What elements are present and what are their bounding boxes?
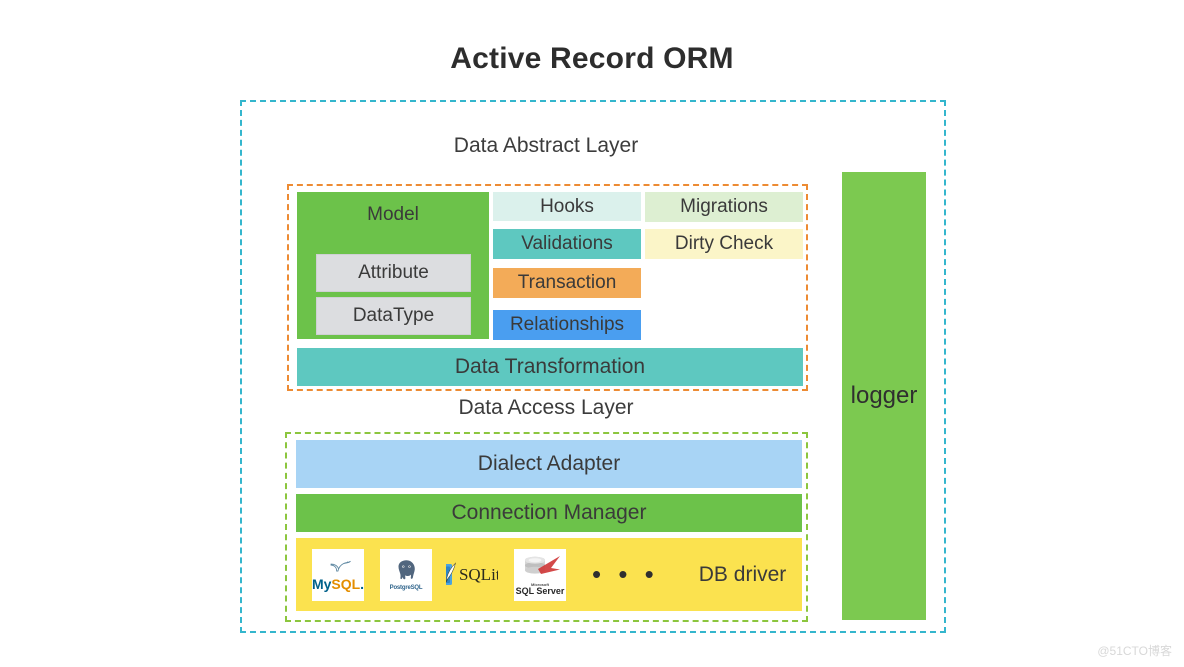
sqlserver-logo: Microsoft SQL Server xyxy=(514,548,566,601)
sqlserver-db-icon xyxy=(525,555,560,574)
postgresql-elephant-icon xyxy=(398,560,415,580)
logger-block[interactable]: logger xyxy=(842,172,926,620)
watermark: @51CTO博客 xyxy=(1097,644,1172,658)
sqlite-wordmark: SQLite xyxy=(458,564,498,584)
sqlserver-wordmark: SQL Server xyxy=(515,585,565,596)
hooks-block[interactable]: Hooks xyxy=(493,192,641,221)
mysql-dolphin-icon xyxy=(330,560,351,572)
connection-manager-block[interactable]: Connection Manager xyxy=(296,494,802,532)
orm-architecture-diagram: Data Abstract Layer Model Attribute Data… xyxy=(240,100,946,633)
validations-block[interactable]: Validations xyxy=(493,229,641,259)
postgresql-wordmark: PostgreSQL xyxy=(389,585,423,591)
datatype-block[interactable]: DataType xyxy=(316,297,471,335)
sqlite-feather-icon xyxy=(446,561,456,585)
sqlite-logo: SQLite xyxy=(446,549,498,601)
dirty-check-block[interactable]: Dirty Check xyxy=(645,229,803,259)
transaction-block[interactable]: Transaction xyxy=(493,268,641,298)
model-block[interactable]: Model Attribute DataType xyxy=(297,192,489,339)
db-driver-block[interactable]: MySQL. PostgreSQL SQLi Microsoft SQL Ser… xyxy=(296,538,802,611)
relationships-block[interactable]: Relationships xyxy=(493,310,641,340)
page-title: Active Record ORM xyxy=(450,42,734,75)
data-access-layer-label: Data Access Layer xyxy=(458,396,634,419)
mysql-logo: MySQL. xyxy=(312,548,364,601)
postgresql-logo: PostgreSQL xyxy=(380,548,432,601)
model-label: Model xyxy=(367,204,419,225)
migrations-block[interactable]: Migrations xyxy=(645,192,803,222)
more-drivers-ellipsis: • • • xyxy=(592,558,659,589)
data-abstract-layer-group: Model Attribute DataType Hooks Validatio… xyxy=(287,184,808,391)
db-driver-label: DB driver xyxy=(698,562,787,586)
data-access-layer-group: Dialect Adapter Connection Manager MySQL… xyxy=(285,432,808,622)
mysql-wordmark: MySQL. xyxy=(312,575,364,592)
attribute-block[interactable]: Attribute xyxy=(316,254,471,292)
data-transformation-block[interactable]: Data Transformation xyxy=(297,348,803,386)
data-abstract-layer-label: Data Abstract Layer xyxy=(453,134,639,157)
dialect-adapter-block[interactable]: Dialect Adapter xyxy=(296,440,802,488)
